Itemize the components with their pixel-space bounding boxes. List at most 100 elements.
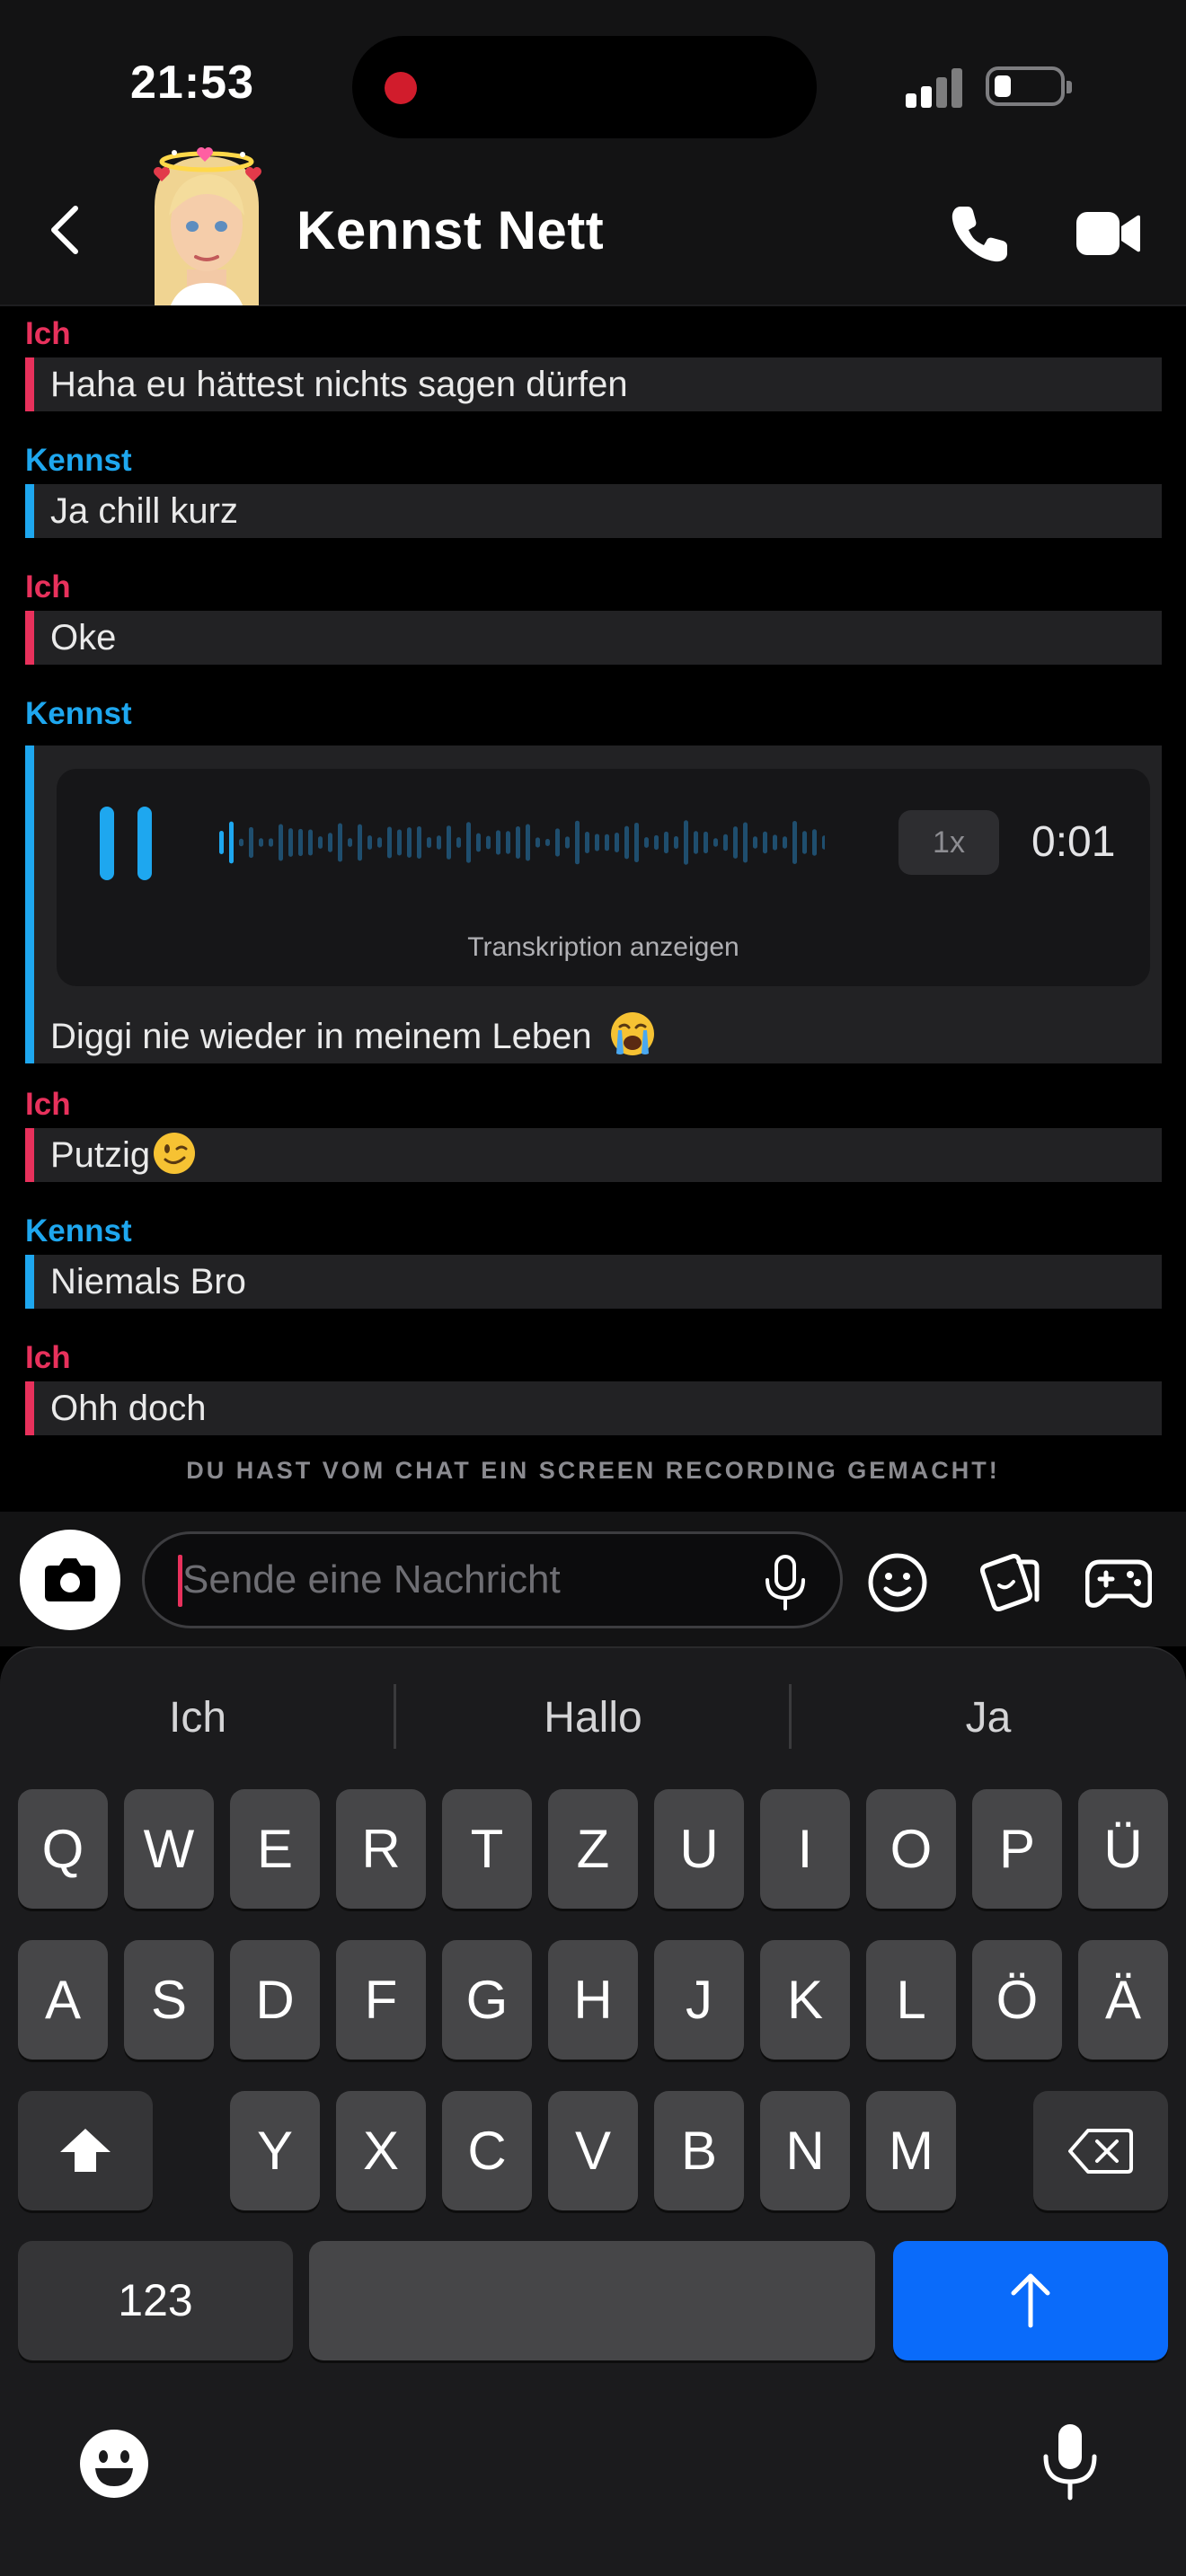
key-w[interactable]: W [124,1789,214,1909]
key-t[interactable]: T [442,1789,532,1909]
waveform-bar [654,834,659,851]
waveform-bar [783,836,787,849]
numbers-key[interactable]: 123 [18,2241,293,2360]
phone-icon[interactable] [948,203,1011,266]
waveform-bar [219,831,224,854]
waveform-bar [239,838,243,847]
key-u[interactable]: U [654,1789,744,1909]
key-m[interactable]: M [866,2091,956,2210]
key-c[interactable]: C [442,2091,532,2210]
video-camera-icon[interactable] [1075,205,1141,262]
message[interactable]: Kennst Niemals Bro [25,1212,1162,1309]
key-s[interactable]: S [124,1940,214,2060]
message-sender: Kennst [25,696,132,731]
waveform-bar [269,838,273,847]
playback-speed-button[interactable]: 1x [898,810,999,875]
waveform-bar [288,828,293,857]
waveform-bar [644,837,649,848]
dictation-mic-icon[interactable] [1040,2421,1100,2503]
key-g[interactable]: G [442,1940,532,2060]
suggestion-item[interactable]: Hallo [395,1684,791,1752]
key-f[interactable]: F [336,1940,426,2060]
waveform-bar [338,823,342,862]
camera-button[interactable] [20,1530,120,1630]
waveform-bar [328,833,332,852]
key-n[interactable]: N [760,2091,850,2210]
avatar[interactable] [135,135,279,305]
dynamic-island [352,36,817,138]
key-x[interactable]: X [336,2091,426,2210]
key-l[interactable]: L [866,1940,956,2060]
key-d[interactable]: D [230,1940,320,2060]
key-e[interactable]: E [230,1789,320,1909]
game-controller-icon[interactable] [1085,1555,1152,1610]
waveform-bar [476,833,481,852]
waveform-bar [753,836,757,849]
message-sender: Ich [25,316,71,351]
contact-name[interactable]: Kennst Nett [296,199,604,261]
waveform-bar [822,835,825,850]
key-r[interactable]: R [336,1789,426,1909]
waveform-bar [348,838,352,847]
waveform[interactable] [214,808,825,877]
backspace-key[interactable] [1033,2091,1168,2210]
show-transcription-link[interactable]: Transkription anzeigen [57,932,1150,963]
message-sender: Kennst [25,443,132,478]
microphone-icon[interactable] [760,1553,810,1612]
key-v[interactable]: V [548,2091,638,2210]
smiley-icon[interactable] [866,1551,929,1614]
waveform-bar [674,835,678,850]
pause-icon[interactable] [100,807,154,880]
waveform-bar [308,829,313,856]
send-key[interactable] [893,2241,1168,2360]
suggestion-item[interactable]: Ich [0,1684,395,1752]
message-text: Haha eu hättest nichts sagen dürfen [25,357,1162,411]
key-ö[interactable]: Ö [972,1940,1062,2060]
voice-message[interactable]: 1x 0:01 Transkription anzeigen Diggi nie… [25,745,1162,1063]
message-input[interactable] [142,1531,843,1628]
message[interactable]: Ich Oke [25,568,1162,665]
sticker-icon[interactable] [978,1549,1040,1614]
screen-recording-notice: DU HAST VOM CHAT EIN SCREEN RECORDING GE… [186,1457,1000,1484]
waveform-bar [743,822,748,863]
message-sender: Ich [25,569,71,604]
loudly-crying-face-icon [610,1012,654,1055]
key-j[interactable]: J [654,1940,744,2060]
space-key[interactable] [309,2241,875,2360]
key-o[interactable]: O [866,1789,956,1909]
waveform-bar [555,828,560,857]
key-a[interactable]: A [18,1940,108,2060]
waveform-bar [575,820,580,865]
key-ü[interactable]: Ü [1078,1789,1168,1909]
key-y[interactable]: Y [230,2091,320,2210]
message[interactable]: Ich Haha eu hättest nichts sagen dürfen [25,314,1162,411]
key-z[interactable]: Z [548,1789,638,1909]
waveform-bar [792,821,797,864]
key-b[interactable]: B [654,2091,744,2210]
suggestion-item[interactable]: Ja [791,1684,1186,1752]
key-p[interactable]: P [972,1789,1062,1909]
message-sender-row: Kennst [25,694,1162,737]
key-q[interactable]: Q [18,1789,108,1909]
key-i[interactable]: I [760,1789,850,1909]
key-k[interactable]: K [760,1940,850,2060]
chevron-left-icon[interactable] [45,203,88,257]
waveform-bar [605,834,609,851]
message[interactable]: Kennst Ja chill kurz [25,441,1162,538]
emoji-keyboard-icon[interactable] [77,2427,151,2501]
waveform-bar [377,837,382,848]
message-text: Putzig [25,1128,1162,1182]
text-cursor [178,1555,182,1607]
waveform-bar [723,834,728,851]
key-h[interactable]: H [548,1940,638,2060]
shift-key[interactable] [18,2091,153,2210]
voice-player: 1x 0:01 Transkription anzeigen [57,769,1150,986]
message[interactable]: Ich Putzig [25,1085,1162,1182]
waveform-bar [624,825,629,860]
message[interactable]: Ich Ohh doch [25,1338,1162,1435]
waveform-bar [318,836,323,849]
key-ä[interactable]: Ä [1078,1940,1168,2060]
shift-icon [60,2129,111,2172]
waveform-bar [506,831,510,854]
waveform-bar [684,820,688,865]
